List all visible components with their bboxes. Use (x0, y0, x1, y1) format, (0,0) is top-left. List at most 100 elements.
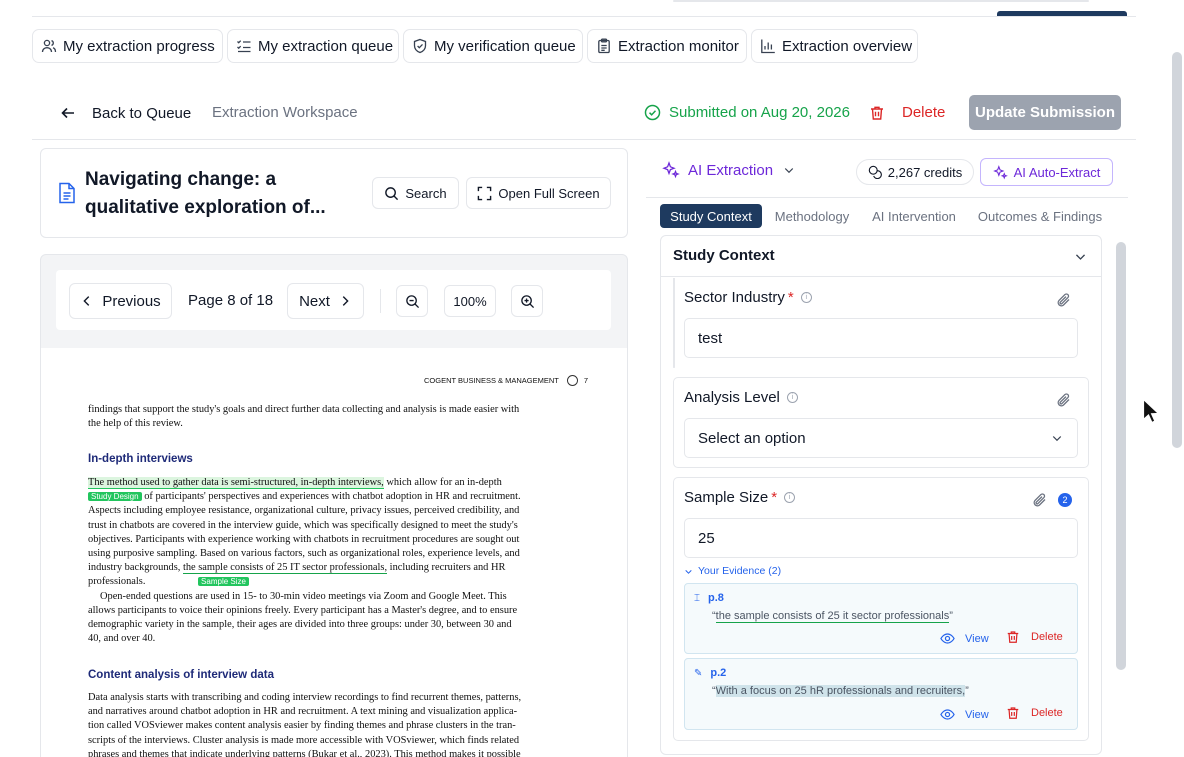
label-text: Analysis Level (684, 389, 780, 406)
zoom-in-button[interactable] (511, 285, 543, 317)
evidence-page-row: ✎ p.2 (694, 667, 726, 679)
ai-extraction-dropdown[interactable]: AI Extraction (662, 161, 803, 179)
nav-my-verification-queue[interactable]: My verification queue (403, 29, 583, 63)
chevron-down-icon[interactable] (1074, 250, 1087, 263)
sample-size-input[interactable]: 25 (684, 518, 1078, 558)
study-design-tag[interactable]: Study Design (88, 492, 142, 502)
pdf-line: phrases and themes that indicate underly… (88, 748, 521, 757)
delete-button[interactable]: Delete (869, 104, 945, 121)
chevron-down-icon (685, 569, 692, 574)
info-icon[interactable]: i (786, 392, 798, 403)
nav-label: My extraction queue (258, 37, 394, 55)
tab-study-context[interactable]: Study Context (660, 204, 762, 228)
pdf-line: findings that support the study's goals … (88, 404, 520, 415)
nav-my-extraction-queue[interactable]: My extraction queue (227, 29, 399, 63)
required-marker: * (771, 489, 778, 506)
evidence-page: p.8 (708, 592, 724, 604)
delete-label: Delete (1031, 707, 1063, 719)
nav-label: My verification queue (434, 37, 576, 55)
next-page-button[interactable]: Next (287, 283, 364, 319)
quote-text: With a focus on 25 hR professionals and … (715, 685, 966, 697)
nav-my-extraction-progress[interactable]: My extraction progress (32, 29, 223, 63)
submitted-status: Submitted on Aug 20, 2026 (644, 104, 850, 121)
mouse-cursor-icon (1142, 398, 1160, 424)
credits-label: 2,267 credits (887, 164, 963, 180)
document-title: Navigating change: a qualitative explora… (85, 169, 326, 218)
tab-ai-intervention[interactable]: AI Intervention (864, 204, 964, 228)
paperclip-icon[interactable] (1056, 292, 1072, 308)
evidence-toggle-label: Your Evidence (2) (698, 565, 782, 577)
zoom-out-button[interactable] (396, 285, 428, 317)
chevron-down-icon (1052, 436, 1062, 442)
pdf-page-number: 7 (583, 376, 589, 385)
submitted-label: Submitted on Aug 20, 2026 (669, 104, 850, 121)
pdf-text: of participants' perspectives and experi… (141, 491, 521, 503)
highlight-study-design[interactable]: The method used to gather data is semi-s… (88, 477, 384, 489)
pdf-line: tion called VOSviewer makes content anal… (88, 720, 516, 732)
users-icon (41, 39, 57, 53)
trash-icon (1007, 631, 1019, 643)
paperclip-icon[interactable] (1032, 492, 1048, 508)
list-checks-icon (237, 40, 251, 53)
label-text: Sector Industry (684, 289, 785, 306)
next-label: Next (299, 292, 330, 310)
shield-check-icon (413, 38, 427, 54)
previous-page-button[interactable]: Previous (69, 283, 172, 319)
pdf-heading: Content analysis of interview data (88, 669, 274, 681)
zoom-level[interactable]: 100% (444, 285, 496, 317)
page-scrollbar[interactable] (1172, 52, 1182, 448)
view-label: View (965, 708, 989, 721)
evidence-view-button[interactable]: View (940, 631, 989, 646)
trash-icon (871, 106, 883, 120)
bar-chart-icon (761, 39, 775, 54)
tab-methodology[interactable]: Methodology (766, 204, 858, 228)
ai-extraction-label: AI Extraction (688, 161, 774, 179)
workspace-label: Extraction Workspace (212, 104, 358, 121)
pdf-paragraph: Data analysis starts with transcribing a… (88, 691, 580, 757)
top-accent-bar (997, 11, 1127, 16)
nav-label: My extraction progress (63, 37, 215, 55)
evidence-toggle[interactable]: Your Evidence (2) (684, 565, 781, 577)
info-icon[interactable]: i (784, 492, 796, 503)
update-submission-button[interactable]: Update Submission (969, 95, 1121, 130)
analysis-level-label: Analysis Level i (684, 389, 798, 406)
nav-label: Extraction monitor (618, 37, 739, 55)
open-full-screen-button[interactable]: Open Full Screen (466, 177, 611, 209)
nav-label: Extraction overview (782, 37, 913, 55)
pdf-line: allows participants to voice their opini… (88, 604, 518, 616)
pdf-text: which allow for an in-depth (383, 477, 502, 488)
field-card-sector (673, 0, 1089, 2)
ai-auto-extract-button[interactable]: AI Auto-Extract (980, 158, 1113, 186)
evidence-view-button[interactable]: View (940, 707, 989, 722)
select-placeholder: Select an option (698, 429, 806, 447)
search-button[interactable]: Search (372, 177, 459, 209)
nav-extraction-monitor[interactable]: Extraction monitor (587, 29, 747, 63)
evidence-quote: “the sample consists of 25 it sector pro… (712, 610, 953, 623)
info-icon[interactable]: i (800, 292, 812, 303)
pdf-body: findings that support the study's goals … (88, 403, 580, 431)
nav-extraction-overview[interactable]: Extraction overview (751, 29, 918, 63)
arrow-left-icon (61, 107, 74, 119)
evidence-delete-button[interactable]: Delete (1006, 630, 1063, 644)
evidence-delete-button[interactable]: Delete (1006, 706, 1063, 720)
analysis-level-select[interactable]: Select an option (684, 418, 1078, 458)
panel-scrollbar[interactable] (1116, 242, 1126, 670)
sample-size-tag[interactable]: Sample Size (198, 577, 249, 587)
fullscreen-label: Open Full Screen (498, 185, 600, 201)
pdf-text: professionals. (88, 576, 146, 588)
back-to-queue-button[interactable]: Back to Queue (60, 102, 191, 124)
pdf-heading: In-depth interviews (88, 453, 193, 465)
paperclip-icon[interactable] (1056, 392, 1072, 408)
sparkles-icon (662, 161, 680, 179)
zoom-in-icon (520, 294, 534, 308)
search-label: Search (405, 185, 447, 201)
eye-icon (940, 633, 955, 644)
top-divider (32, 16, 1136, 17)
tab-outcomes-findings[interactable]: Outcomes & Findings (970, 204, 1110, 228)
sector-industry-input[interactable]: test (684, 318, 1078, 358)
toolbar-divider (380, 289, 381, 313)
highlight-sample-size[interactable]: the sample consists of 25 IT sector prof… (182, 562, 388, 575)
cursor-text-icon: ⌶ (694, 592, 700, 604)
pdf-line: 40, and over 40. (88, 633, 156, 645)
zoom-out-icon (405, 294, 419, 308)
